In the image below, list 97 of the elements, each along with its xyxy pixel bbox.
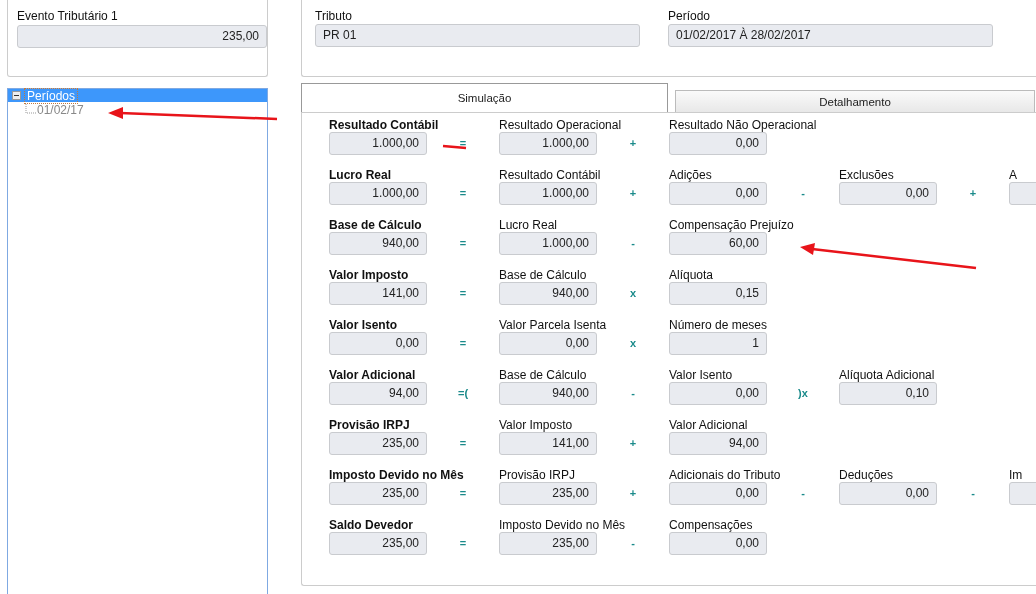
field-label: A	[1009, 168, 1017, 182]
field-label: Imposto Devido no Mês	[329, 468, 464, 482]
value-field[interactable]: 235,00	[499, 482, 597, 505]
tree-item[interactable]: 01/02/17	[37, 103, 84, 117]
operator: -	[631, 236, 635, 251]
tab[interactable]: Simulação	[301, 83, 668, 112]
operator: +	[629, 186, 637, 201]
value-field[interactable]: 0,00	[329, 332, 427, 355]
value-field[interactable]: 235,00	[329, 482, 427, 505]
operator: +	[629, 136, 637, 151]
value-field[interactable]: 0,10	[839, 382, 937, 405]
value-field[interactable]: 1.000,00	[329, 132, 427, 155]
value-field[interactable]: 141,00	[329, 282, 427, 305]
value-field[interactable]: 1.000,00	[499, 132, 597, 155]
operator: -	[631, 536, 635, 551]
field-label: Alíquota Adicional	[839, 368, 935, 382]
value-field[interactable]: 01/02/2017 À 28/02/2017	[668, 24, 993, 47]
field-label: Base de Cálculo	[329, 218, 422, 232]
field-label: Resultado Contábil	[329, 118, 439, 132]
field-label: Número de meses	[669, 318, 768, 332]
field-label: Base de Cálculo	[499, 268, 587, 282]
field-label: Tributo	[315, 9, 352, 23]
value-field[interactable]: 940,00	[499, 382, 597, 405]
field-label: Im	[1009, 468, 1023, 482]
value-field[interactable]: PR 01	[315, 24, 640, 47]
value-field[interactable]: 940,00	[329, 232, 427, 255]
field-label: Provisão IRPJ	[499, 468, 576, 482]
operator: =	[459, 186, 467, 201]
value-field[interactable]: 0,15	[669, 282, 767, 305]
tab[interactable]: Detalhamento	[675, 90, 1035, 112]
field-label: Resultado Contábil	[499, 168, 601, 182]
value-field[interactable]: 0,00	[839, 182, 937, 205]
operator: -	[971, 486, 975, 501]
operator: -	[801, 186, 805, 201]
value-field[interactable]: 235,00	[17, 25, 267, 48]
field-label: Resultado Não Operacional	[669, 118, 817, 132]
field-label: Adições	[669, 168, 712, 182]
operator: x	[629, 286, 637, 301]
operator: =(	[457, 386, 469, 401]
operator: +	[629, 486, 637, 501]
operator: -	[631, 386, 635, 401]
value-field[interactable]: 235,00	[329, 532, 427, 555]
field-label: Valor Adicional	[329, 368, 416, 382]
operator: =	[459, 336, 467, 351]
value-field[interactable]: 940,00	[499, 282, 597, 305]
value-field[interactable]: 0,00	[669, 382, 767, 405]
field-label: Base de Cálculo	[499, 368, 587, 382]
field-label: Valor Isento	[329, 318, 398, 332]
operator: =	[459, 286, 467, 301]
field-label: Compensações	[669, 518, 753, 532]
field-label: Alíquota	[669, 268, 714, 282]
value-field[interactable]: 94,00	[329, 382, 427, 405]
field-label: Provisão IRPJ	[329, 418, 410, 432]
value-field[interactable]: 0,00	[499, 332, 597, 355]
field-label: Valor Parcela Isenta	[499, 318, 607, 332]
field-label: Período	[668, 9, 711, 23]
value-field[interactable]: 1	[669, 332, 767, 355]
value-field[interactable]: 0,00	[839, 482, 937, 505]
value-field[interactable]: 1.000,00	[499, 182, 597, 205]
field-label: Deduções	[839, 468, 894, 482]
field-label: Adicionais do Tributo	[669, 468, 781, 482]
field-label: Valor Imposto	[499, 418, 573, 432]
field-label: Valor Imposto	[329, 268, 409, 282]
field-label: Resultado Operacional	[499, 118, 622, 132]
value-field[interactable]: 1.000,00	[329, 182, 427, 205]
operator: )x	[798, 386, 808, 401]
value-field[interactable]: 60,00	[669, 232, 767, 255]
value-field[interactable]: 235,00	[329, 432, 427, 455]
field-label: Lucro Real	[329, 168, 391, 182]
field-label: Compensação Prejuízo	[669, 218, 794, 232]
operator: =	[459, 436, 467, 451]
value-field[interactable]: 0,00	[669, 482, 767, 505]
value-field[interactable]: 0,00	[669, 182, 767, 205]
field-label: Lucro Real	[499, 218, 558, 232]
value-field[interactable]: 0,00	[669, 532, 767, 555]
connector-line	[25, 104, 37, 114]
collapse-icon[interactable]	[12, 91, 21, 100]
field-label: Saldo Devedor	[329, 518, 414, 532]
operator: x	[629, 336, 637, 351]
operator: +	[969, 186, 977, 201]
field-label: Evento Tributário 1	[17, 9, 118, 23]
annotation-line	[442, 144, 467, 150]
value-field[interactable]: 1.000,00	[499, 232, 597, 255]
operator: =	[459, 236, 467, 251]
value-field[interactable]: 94,00	[669, 432, 767, 455]
field-label: Valor Adicional	[669, 418, 748, 432]
operator: -	[801, 486, 805, 501]
operator: =	[459, 486, 467, 501]
field-label: Imposto Devido no Mês	[499, 518, 626, 532]
operator: =	[459, 136, 467, 151]
field-label: Exclusões	[839, 168, 894, 182]
value-field[interactable]: 235,00	[499, 532, 597, 555]
value-field[interactable]: 141,00	[499, 432, 597, 455]
field-label: Valor Isento	[669, 368, 733, 382]
operator: =	[459, 536, 467, 551]
value-field[interactable]: 0,00	[669, 132, 767, 155]
operator: +	[629, 436, 637, 451]
